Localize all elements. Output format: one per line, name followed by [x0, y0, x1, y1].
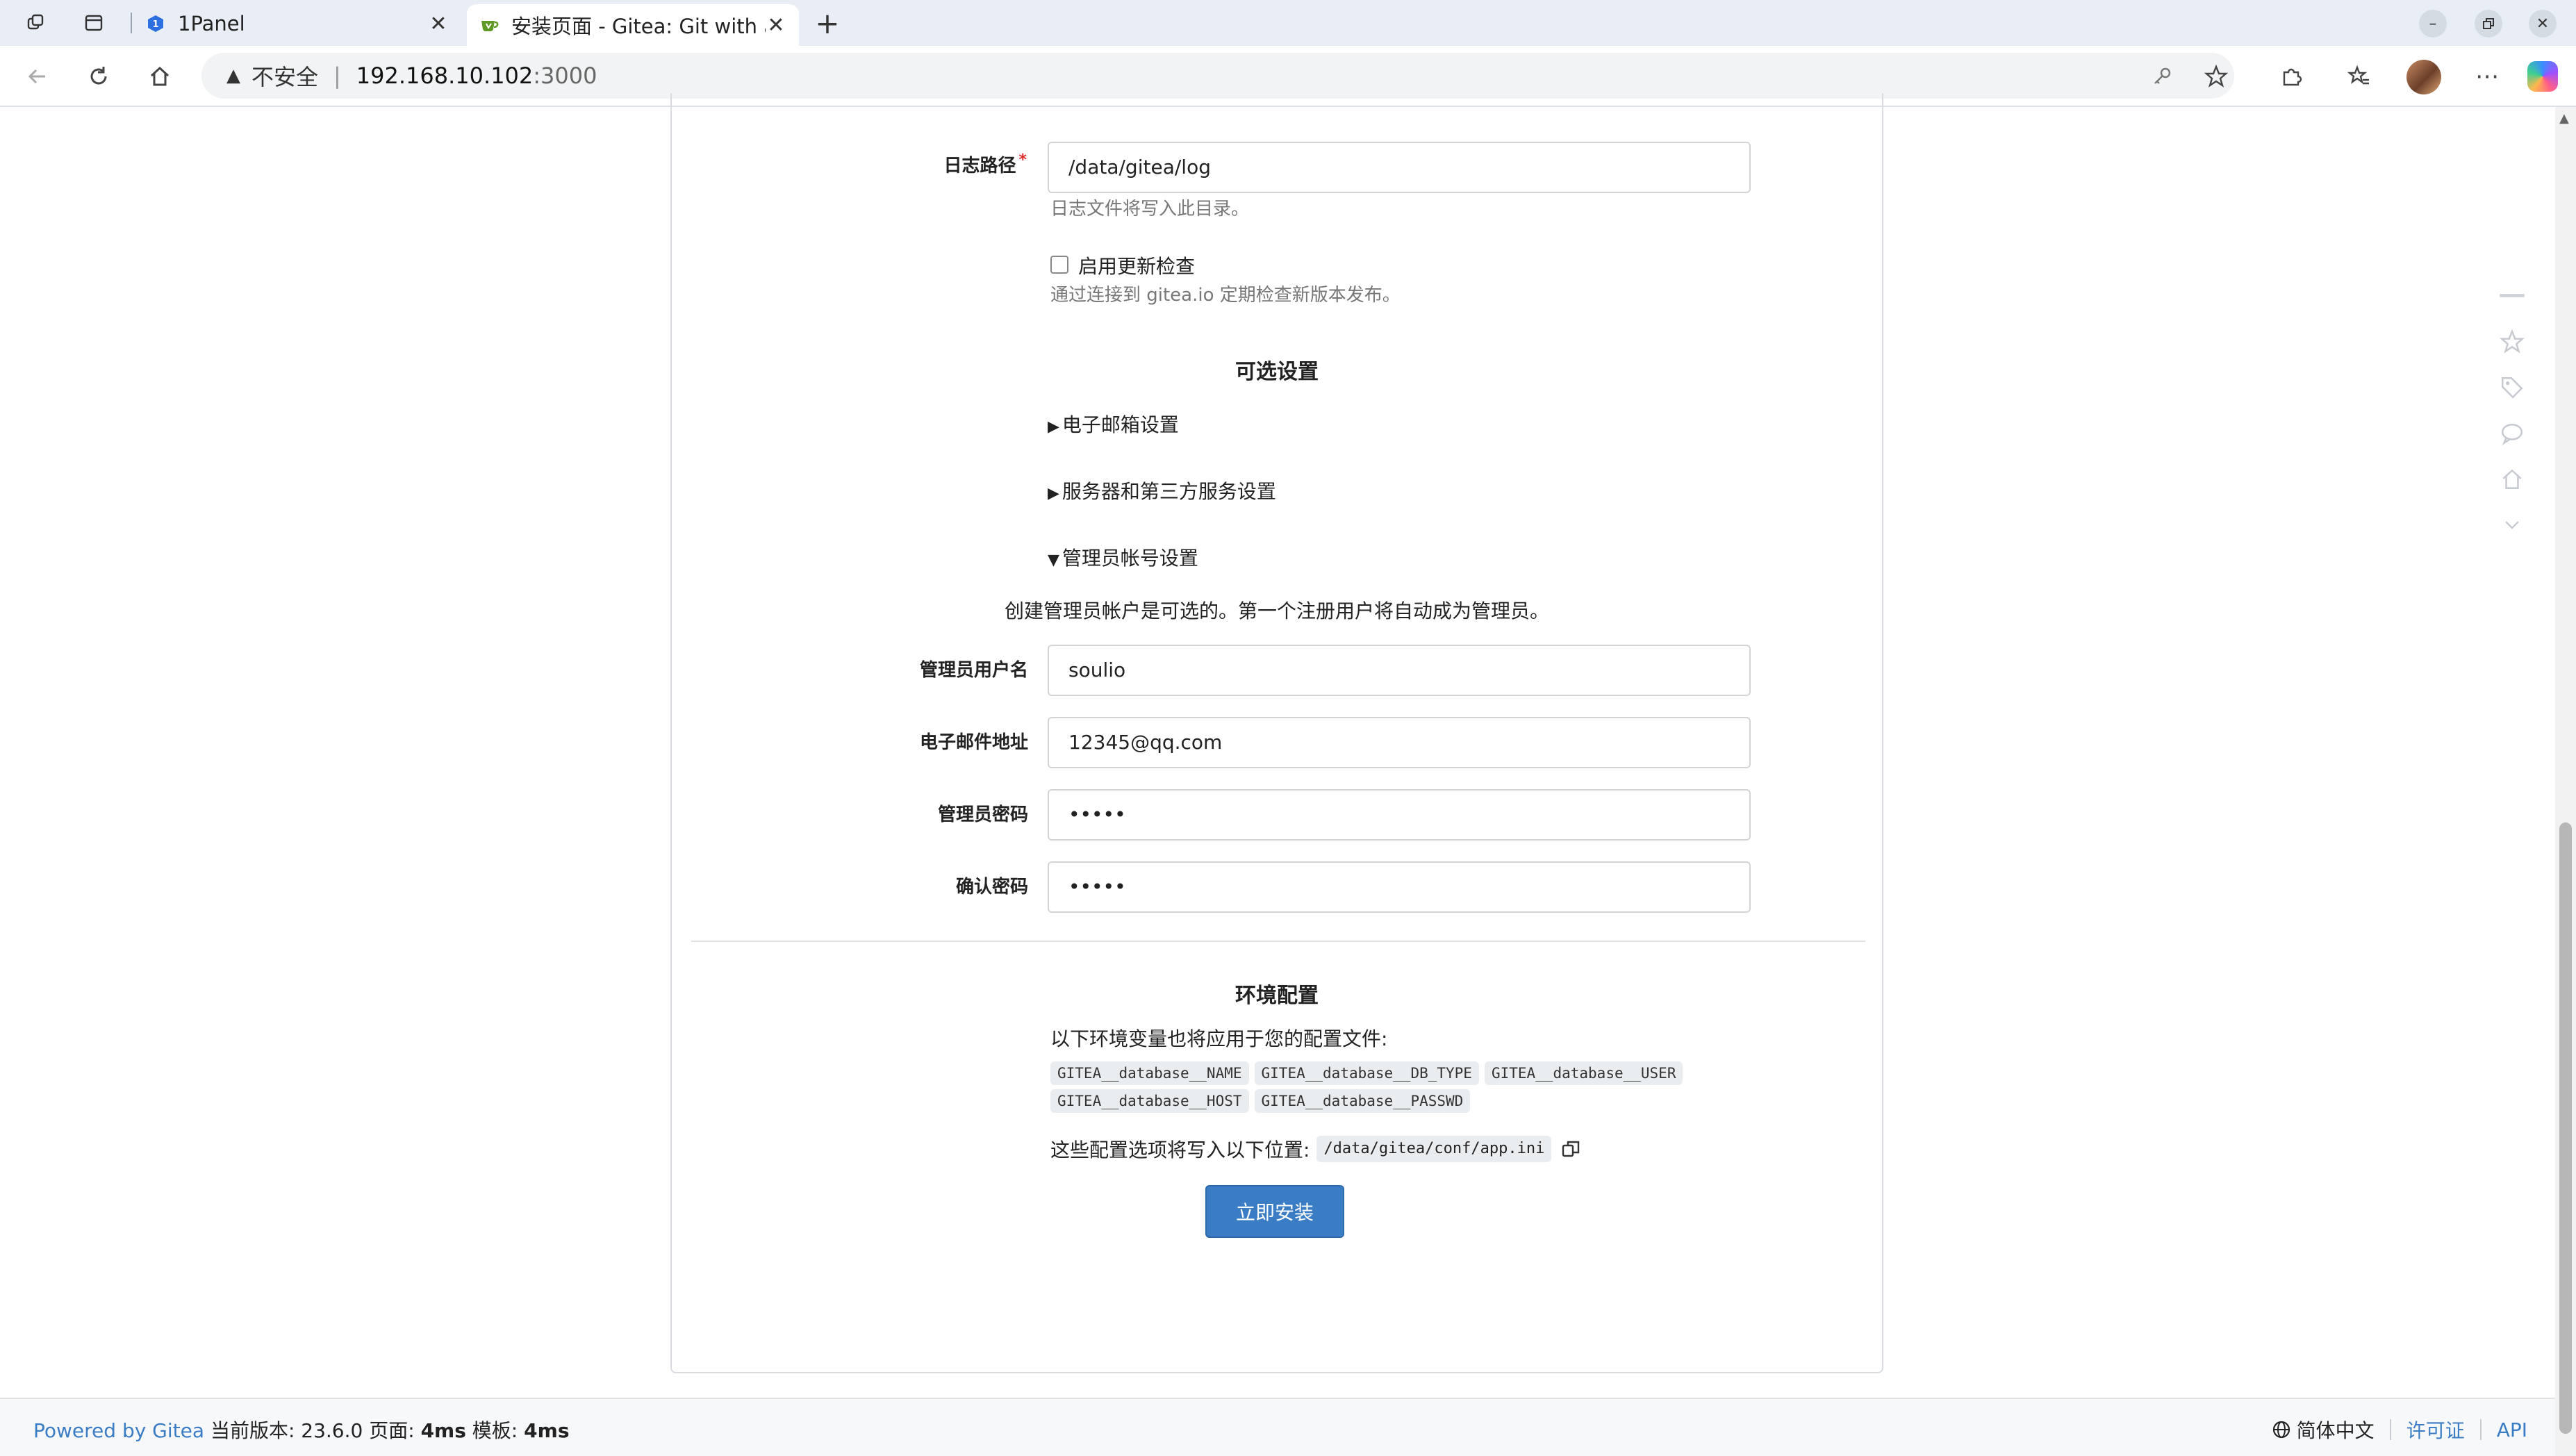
reload-icon[interactable]: [82, 60, 115, 93]
chevron-down-icon[interactable]: [2497, 510, 2527, 540]
copy-icon[interactable]: [1561, 1139, 1580, 1159]
env-variable: GITEA__database__PASSWD: [1254, 1089, 1471, 1113]
url-host[interactable]: 192.168.10.102: [356, 63, 533, 89]
password-key-icon[interactable]: [2145, 60, 2179, 93]
required-mark: *: [1018, 151, 1027, 169]
workspaces-icon[interactable]: [21, 7, 53, 39]
version-info: 当前版本: 23.6.0 页面:: [210, 1419, 421, 1442]
log-path-label: 日志路径 *: [943, 151, 1027, 176]
tab-gitea-install[interactable]: 安装页面 - Gitea: Git with a cup of tea ✕: [467, 4, 799, 46]
env-variable-list: GITEA__database__NAME GITEA__database__D…: [1050, 1061, 1731, 1113]
tab-actions-icon[interactable]: [78, 7, 110, 39]
chat-icon[interactable]: [2497, 418, 2527, 449]
license-link[interactable]: 许可证: [2406, 1416, 2465, 1443]
browser-sidebar: [2490, 281, 2534, 670]
api-link[interactable]: API: [2497, 1418, 2527, 1441]
caret-right-icon: ▶: [1048, 485, 1059, 502]
tab-separator: [131, 13, 132, 33]
gitea-favicon-icon: [479, 15, 499, 35]
email-settings-toggle[interactable]: ▶ 电子邮箱设置: [1048, 410, 1179, 438]
env-variable: GITEA__database__USER: [1484, 1061, 1683, 1085]
footer-divider: [2389, 1419, 2391, 1440]
footer-left: Powered by Gitea 当前版本: 23.6.0 页面: 4ms 模板…: [33, 1416, 569, 1443]
favorite-star-icon[interactable]: [2199, 60, 2233, 93]
scroll-thumb[interactable]: [2559, 822, 2572, 1434]
config-path: /data/gitea/conf/app.ini: [1316, 1136, 1552, 1162]
url-port[interactable]: :3000: [533, 63, 597, 89]
warning-icon[interactable]: ▲: [226, 65, 240, 86]
restore-icon[interactable]: [2475, 10, 2502, 38]
section-divider: [691, 941, 1865, 942]
admin-username-input[interactable]: soulio: [1048, 645, 1751, 696]
log-path-input[interactable]: /data/gitea/log: [1048, 142, 1751, 193]
close-tab-icon[interactable]: ✕: [766, 13, 786, 38]
sidebar-dash-icon[interactable]: [2497, 281, 2527, 311]
globe-icon: [2272, 1421, 2290, 1439]
admin-password-label: 管理员密码: [937, 804, 1028, 825]
back-icon[interactable]: [21, 60, 54, 93]
home-icon[interactable]: [2497, 464, 2527, 495]
config-path-label: 这些配置选项将写入以下位置:: [1050, 1139, 1310, 1161]
new-tab-button[interactable]: +: [811, 6, 843, 40]
log-path-help: 日志文件将写入此目录。: [1050, 199, 1250, 220]
env-config-title: 环境配置: [1235, 984, 1319, 1008]
address-bar[interactable]: ▲ 不安全 | 192.168.10.102:3000: [201, 53, 2234, 99]
footer-right: 简体中文 许可证 API: [2272, 1416, 2527, 1443]
admin-password-input[interactable]: •••••: [1048, 789, 1751, 841]
address-divider: |: [333, 63, 341, 89]
env-intro: 以下环境变量也将应用于您的配置文件:: [1050, 1027, 1388, 1050]
1panel-favicon-icon: 1: [146, 14, 165, 33]
tab-title: 1Panel: [178, 12, 245, 35]
update-check-label[interactable]: 启用更新检查: [1078, 251, 1195, 279]
confirm-password-input[interactable]: •••••: [1048, 861, 1751, 913]
tab-title: 安装页面 - Gitea: Git with a cup of tea: [511, 15, 766, 38]
close-window-icon[interactable]: ✕: [2529, 10, 2557, 38]
page-viewport: 日志路径 * /data/gitea/log 日志文件将写入此目录。 启用更新检查…: [0, 93, 2576, 1456]
admin-username-label: 管理员用户名: [919, 660, 1028, 681]
page-scrollbar[interactable]: ▲: [2555, 107, 2576, 1456]
tag-icon[interactable]: [2497, 372, 2527, 403]
admin-note: 创建管理员帐户是可选的。第一个注册用户将自动成为管理员。: [1004, 599, 1549, 622]
update-check-checkbox[interactable]: [1050, 256, 1068, 274]
install-button[interactable]: 立即安装: [1205, 1185, 1344, 1238]
scroll-up-icon[interactable]: ▲: [2559, 111, 2569, 126]
env-variable: GITEA__database__NAME: [1050, 1061, 1249, 1085]
admin-email-label: 电子邮件地址: [919, 732, 1028, 753]
page-footer: Powered by Gitea 当前版本: 23.6.0 页面: 4ms 模板…: [0, 1398, 2555, 1456]
template-time: 4ms: [524, 1419, 570, 1442]
optional-settings-title: 可选设置: [1235, 360, 1319, 384]
server-settings-toggle[interactable]: ▶ 服务器和第三方服务设置: [1048, 477, 1276, 504]
home-icon[interactable]: [143, 60, 176, 93]
profile-avatar[interactable]: [2406, 60, 2441, 94]
env-variable: GITEA__database__DB_TYPE: [1254, 1061, 1479, 1085]
close-tab-icon[interactable]: ✕: [428, 12, 449, 36]
minimize-icon[interactable]: –: [2419, 10, 2447, 38]
star-icon[interactable]: [2497, 326, 2527, 357]
security-label[interactable]: 不安全: [251, 60, 318, 92]
language-selector[interactable]: 简体中文: [2272, 1416, 2375, 1443]
template-label: 模板:: [465, 1419, 525, 1442]
extensions-icon[interactable]: [2274, 60, 2308, 93]
copilot-icon[interactable]: [2527, 61, 2558, 92]
browser-window: 1 1Panel ✕ 安装页面 - Gitea: Git with a cup …: [0, 0, 2576, 1456]
env-variable: GITEA__database__HOST: [1050, 1089, 1249, 1113]
powered-by-link[interactable]: Powered by Gitea: [33, 1419, 204, 1442]
more-menu-icon[interactable]: ⋯: [2470, 60, 2504, 93]
caret-right-icon: ▶: [1048, 418, 1059, 436]
config-path-row: 这些配置选项将写入以下位置: /data/gitea/conf/app.ini: [1050, 1135, 1580, 1163]
update-check-help: 通过连接到 gitea.io 定期检查新版本发布。: [1050, 285, 1401, 306]
tab-strip: 1 1Panel ✕ 安装页面 - Gitea: Git with a cup …: [0, 0, 2576, 46]
caret-down-icon: ▼: [1048, 552, 1059, 569]
page-time: 4ms: [420, 1419, 466, 1442]
admin-settings-toggle[interactable]: ▼ 管理员帐号设置: [1048, 543, 1198, 571]
favorites-icon[interactable]: [2343, 60, 2376, 93]
tab-1panel[interactable]: 1 1Panel ✕: [133, 4, 461, 43]
admin-email-input[interactable]: 12345@qq.com: [1048, 717, 1751, 768]
footer-divider: [2479, 1419, 2482, 1440]
svg-text:1: 1: [152, 19, 158, 30]
confirm-password-label: 确认密码: [955, 877, 1028, 897]
